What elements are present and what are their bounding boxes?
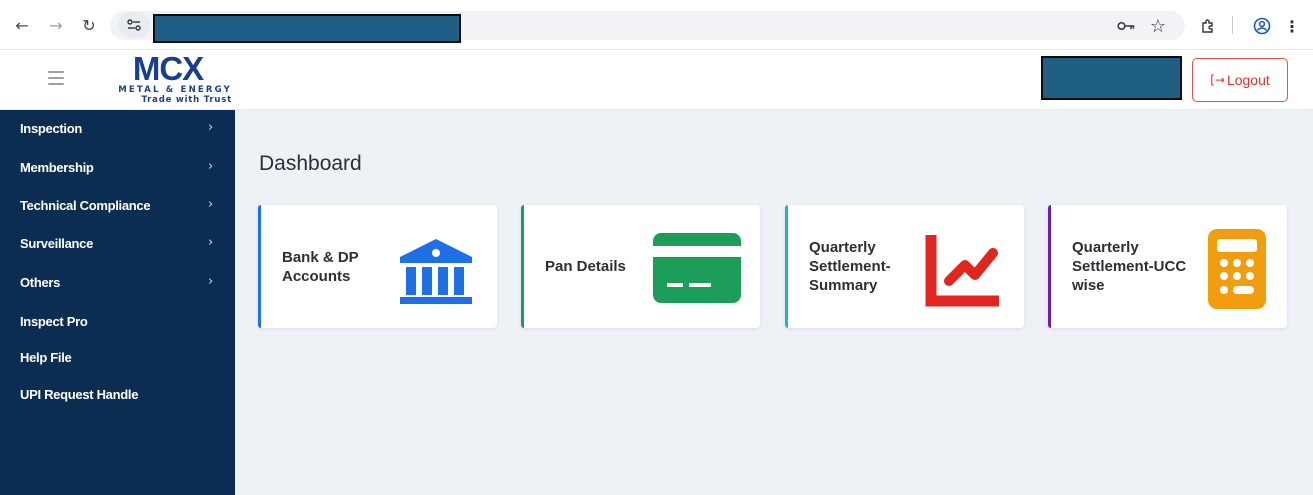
chevron-right-icon: › (208, 159, 213, 174)
sidebar-item-others[interactable]: Others › (0, 264, 235, 300)
app-header: MCX METAL & ENERGY Trade with Trust [→ L… (0, 50, 1313, 110)
forward-button[interactable]: → (44, 13, 68, 37)
chevron-right-icon: › (208, 274, 213, 289)
card-accent (258, 205, 261, 328)
sidebar-item-inspect-pro[interactable]: Inspect Pro (0, 303, 235, 339)
bank-icon (396, 229, 488, 309)
page-title: Dashboard (259, 152, 362, 175)
card-pan-details[interactable]: Pan Details (521, 205, 760, 328)
card-accent (521, 205, 524, 328)
mcx-logo: MCX METAL & ENERGY Trade with Trust (104, 50, 234, 106)
browser-toolbar: ← → ↻ ☆ ⋮ (0, 0, 1313, 50)
sidebar-item-label: Technical Compliance (20, 197, 151, 213)
sidebar-item-label: Help File (20, 349, 72, 365)
sidebar-item-technical-compliance[interactable]: Technical Compliance › (0, 187, 235, 223)
sidebar-item-membership[interactable]: Membership › (0, 149, 235, 185)
card-label: Bank & DP Accounts (282, 248, 359, 285)
star-icon[interactable]: ☆ (1146, 14, 1170, 38)
card-quarterly-settlement-ucc-wise[interactable]: Quarterly Settlement-UCC wise (1048, 205, 1287, 328)
card-bank-dp-accounts[interactable]: Bank & DP Accounts (258, 205, 497, 328)
back-button[interactable]: ← (10, 13, 34, 37)
sidebar-item-label: Surveillance (20, 235, 93, 251)
chevron-right-icon: › (208, 197, 213, 212)
chevron-right-icon: › (208, 120, 213, 135)
sidebar-item-label: Inspection (20, 120, 83, 136)
url-redacted-block[interactable] (153, 14, 461, 43)
card-quarterly-settlement-summary[interactable]: Quarterly Settlement-Summary (785, 205, 1024, 328)
sidebar-item-label: Inspect Pro (20, 313, 88, 329)
trend-chart-icon (923, 229, 1015, 309)
logo-mark: MCX (132, 50, 204, 87)
logo-tagline-trust: Trade with Trust (141, 95, 232, 105)
profile-icon[interactable] (1250, 14, 1274, 38)
logout-label: Logout (1226, 72, 1270, 88)
card-icon (649, 229, 741, 309)
card-label: Pan Details (545, 258, 626, 275)
extensions-icon[interactable] (1196, 14, 1220, 38)
sidebar-item-label: Others (20, 274, 61, 290)
site-info-icon[interactable] (118, 12, 150, 38)
logout-button[interactable]: [→ Logout (1192, 58, 1288, 102)
sidebar-item-label: Membership (20, 159, 94, 175)
card-label: Quarterly Settlement-UCC wise (1072, 239, 1187, 294)
sidebar-item-surveillance[interactable]: Surveillance › (0, 225, 235, 261)
chevron-right-icon: › (208, 235, 213, 250)
user-info-redacted-block (1041, 56, 1182, 100)
sidebar-item-inspection[interactable]: Inspection › (0, 110, 235, 146)
logout-icon: [→ (1210, 73, 1225, 87)
logo-tagline-metal-energy: METAL & ENERGY (118, 85, 232, 95)
card-label: Quarterly Settlement-Summary (809, 239, 891, 294)
card-accent (1048, 205, 1051, 328)
sidebar-item-upi-request-handle[interactable]: UPI Request Handle (0, 376, 235, 412)
calculator-icon (1206, 229, 1298, 309)
menu-icon[interactable]: ⋮ (1280, 14, 1304, 38)
key-icon[interactable] (1114, 14, 1138, 38)
sidebar: Inspection › Membership › Technical Comp… (0, 110, 235, 495)
card-accent (785, 205, 788, 328)
toolbar-divider (1232, 16, 1233, 34)
hamburger-menu-icon[interactable] (48, 71, 64, 85)
reload-button[interactable]: ↻ (77, 13, 101, 37)
sidebar-item-help-file[interactable]: Help File (0, 339, 235, 375)
sidebar-item-label: UPI Request Handle (20, 386, 139, 402)
